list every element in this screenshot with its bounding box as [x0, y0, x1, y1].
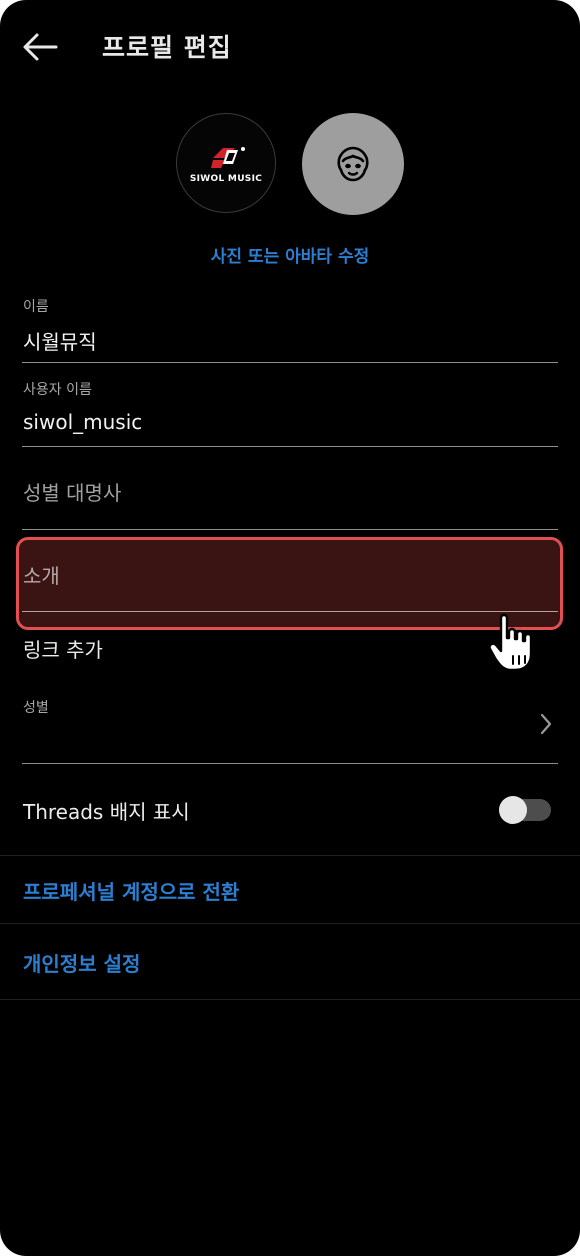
avatar-button[interactable] [302, 113, 404, 215]
avatar-face-icon [333, 144, 373, 188]
chevron-right-icon[interactable] [536, 711, 556, 741]
username-underline [22, 446, 558, 447]
toggle-knob [499, 796, 527, 824]
back-arrow-icon[interactable] [20, 30, 60, 64]
username-label: 사용자 이름 [23, 382, 92, 398]
page-title: 프로필 편집 [102, 33, 232, 62]
bio-field-highlight[interactable] [16, 537, 563, 630]
threads-badge-toggle[interactable] [499, 796, 551, 824]
pronouns-underline [22, 529, 558, 530]
privacy-settings-link[interactable]: 개인정보 설정 [23, 948, 140, 977]
name-label: 이름 [23, 299, 49, 315]
gender-label: 성별 [23, 700, 49, 716]
gender-underline [22, 763, 558, 764]
divider [0, 999, 580, 1000]
logo-text: SIWOL MUSIC [189, 174, 263, 184]
hand-pointer-icon [487, 612, 543, 680]
pronouns-field[interactable]: 성별 대명사 [23, 477, 121, 506]
divider [0, 923, 580, 924]
profile-logo-avatar[interactable]: SIWOL MUSIC [176, 113, 276, 213]
add-link-button[interactable]: 링크 추가 [23, 634, 103, 663]
bio-field[interactable]: 소개 [23, 560, 60, 589]
divider [0, 855, 580, 856]
name-field[interactable]: 시월뮤직 [23, 326, 97, 355]
name-underline [22, 362, 558, 363]
phone-screen: 프로필 편집 SIWOL MUSIC 사진 또는 아바타 수정 이름 시월뮤직 … [0, 0, 580, 1256]
switch-to-professional-link[interactable]: 프로페셔널 계정으로 전환 [23, 876, 239, 905]
edit-photo-link[interactable]: 사진 또는 아바타 수정 [0, 242, 580, 267]
bio-underline [22, 611, 558, 612]
threads-badge-label: Threads 배지 표시 [23, 800, 190, 824]
username-field[interactable]: siwol_music [23, 410, 142, 434]
siwol-logo-mark-icon [211, 144, 247, 174]
